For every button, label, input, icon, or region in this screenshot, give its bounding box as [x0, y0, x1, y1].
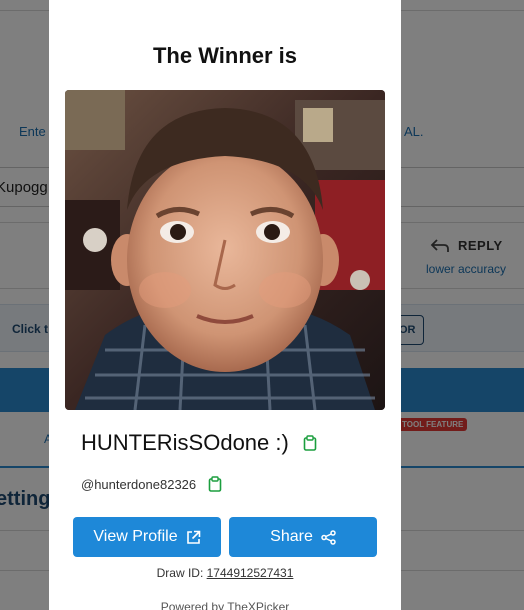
view-profile-label: View Profile [93, 528, 178, 545]
external-link-icon [186, 530, 200, 544]
view-profile-button[interactable]: View Profile [73, 517, 221, 557]
share-button[interactable]: Share [229, 517, 377, 557]
winner-avatar-image [65, 90, 385, 410]
winner-name: HUNTERisSOdone :) [81, 430, 289, 455]
winner-name-row: HUNTERisSOdone :) [81, 430, 317, 456]
winner-handle: @hunterdone82326 [81, 476, 197, 492]
draw-id: Draw ID: 1744912527431 [49, 566, 401, 580]
powered-by: Powered by TheXPicker [160, 600, 290, 610]
draw-id-link[interactable]: 1744912527431 [207, 566, 294, 580]
winner-handle-row: @hunterdone82326 [81, 476, 222, 492]
share-label: Share [270, 528, 313, 545]
modal-title: The Winner is [152, 43, 298, 68]
share-icon [321, 529, 336, 545]
copy-name-clipboard-icon[interactable] [303, 435, 317, 451]
draw-id-label: Draw ID: [156, 566, 204, 580]
copy-handle-clipboard-icon[interactable] [208, 476, 222, 492]
winner-modal: The Winner is HUNTERisSOdone:) @hunterd… [49, 0, 401, 610]
